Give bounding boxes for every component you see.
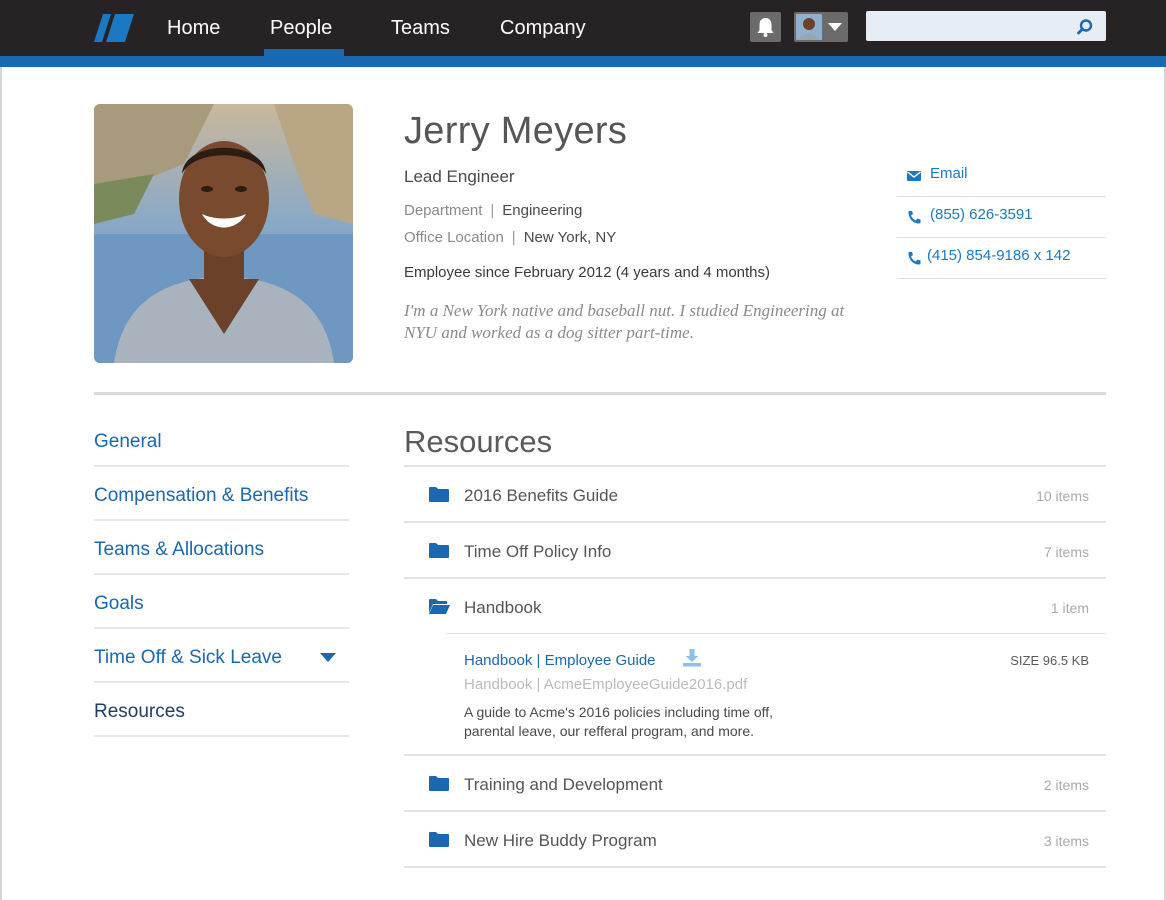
folder-name: Training and Development (464, 775, 663, 794)
search-icon[interactable] (1076, 18, 1094, 36)
folder-icon (429, 832, 449, 847)
department-value: Engineering (502, 202, 583, 219)
resources-heading: Resources (404, 424, 553, 459)
folder-row-expanded[interactable]: Handbook 1 item (404, 579, 1106, 635)
file-item: Handbook | Employee Guide SIZE 96.5 KB H… (446, 633, 1106, 756)
folder-icon (429, 543, 449, 558)
employee-since: Employee since February 2012 (4 years an… (404, 264, 771, 281)
nav-people[interactable]: People (270, 17, 332, 40)
contact-email-link[interactable]: Email (897, 156, 1106, 197)
phone-icon (908, 252, 921, 265)
contact-phone-label: (855) 626-3591 (930, 206, 1033, 223)
nav-accent-stripe (0, 56, 1166, 67)
nav-company[interactable]: Company (500, 17, 586, 40)
folder-row[interactable]: 2016 Benefits Guide 10 items (404, 467, 1106, 523)
sidebar-item-time-off[interactable]: Time Off & Sick Leave (94, 629, 349, 683)
company-logo[interactable] (94, 12, 134, 44)
file-path: Handbook | AcmeEmployeeGuide2016.pdf (464, 676, 748, 693)
folder-name: Handbook (464, 598, 542, 617)
folder-name: 2016 Benefits Guide (464, 486, 619, 505)
folder-name: Time Off Policy Info (464, 542, 612, 561)
sidebar-item-label: Goals (94, 593, 144, 614)
folder-item-count: 10 items (1036, 488, 1089, 504)
job-title: Lead Engineer (404, 167, 515, 186)
nav-home[interactable]: Home (167, 17, 220, 40)
folder-item-count: 3 items (1043, 833, 1089, 849)
contact-email-label: Email (930, 165, 968, 182)
sidebar-item-label: Time Off & Sick Leave (94, 647, 282, 668)
file-title-link[interactable]: Handbook | Employee Guide (464, 652, 656, 669)
download-icon[interactable] (682, 648, 702, 668)
sidebar-item-resources[interactable]: Resources (94, 683, 349, 737)
sidebar-item-goals[interactable]: Goals (94, 575, 349, 629)
folder-open-icon (429, 599, 450, 614)
folder-icon (429, 776, 449, 791)
sidebar-item-label: Compensation & Benefits (94, 485, 309, 506)
contact-phone-link[interactable]: (855) 626-3591 (897, 197, 1106, 238)
location-row: Office Location | New York, NY (404, 229, 616, 246)
department-row: Department | Engineering (404, 202, 582, 219)
folder-item-count: 1 item (1050, 600, 1089, 616)
bell-icon (757, 18, 774, 37)
location-value: New York, NY (523, 229, 617, 246)
chevron-down-icon[interactable] (320, 653, 336, 662)
folder-item-count: 7 items (1043, 544, 1089, 560)
employee-name: Jerry Meyers (404, 110, 628, 152)
folder-row[interactable]: New Hire Buddy Program 3 items (404, 812, 1106, 868)
sidebar-item-compensation[interactable]: Compensation & Benefits (94, 467, 349, 521)
profile-photo (94, 104, 353, 363)
folder-item-count: 2 items (1043, 777, 1089, 793)
folder-icon (429, 487, 449, 502)
envelope-icon (907, 171, 921, 181)
contact-phone-ext-label: (415) 854-9186 x 142 (927, 247, 1071, 264)
folder-row[interactable]: Time Off Policy Info 7 items (404, 523, 1106, 579)
sidebar-item-label: General (94, 431, 162, 452)
sidebar-item-general[interactable]: General (94, 413, 349, 467)
chevron-down-icon (828, 23, 842, 31)
sidebar-item-label: Resources (94, 701, 185, 722)
folder-name: New Hire Buddy Program (464, 831, 657, 850)
search-input[interactable] (866, 11, 1106, 41)
avatar (796, 14, 822, 40)
folder-row[interactable]: Training and Development 2 items (404, 756, 1106, 812)
location-label: Office Location (404, 229, 504, 246)
separator: | (511, 229, 516, 246)
separator: | (490, 202, 495, 219)
contact-phone-ext-link[interactable]: (415) 854-9186 x 142 (897, 238, 1106, 279)
file-description: A guide to Acme's 2016 policies includin… (464, 704, 774, 739)
phone-icon (908, 211, 921, 224)
section-divider (94, 392, 1106, 395)
employee-bio: I'm a New York native and baseball nut. … (404, 301, 845, 342)
sidebar-item-teams[interactable]: Teams & Allocations (94, 521, 349, 575)
nav-active-indicator (264, 49, 344, 56)
nav-teams[interactable]: Teams (391, 17, 450, 40)
file-size: SIZE 96.5 KB (1010, 653, 1089, 668)
notifications-button[interactable] (750, 12, 781, 42)
sidebar-item-label: Teams & Allocations (94, 539, 265, 560)
top-nav: Home People Teams Company (0, 0, 1166, 56)
department-label: Department (404, 202, 483, 219)
page-frame-left (0, 56, 2, 900)
user-menu-button[interactable] (794, 12, 848, 42)
